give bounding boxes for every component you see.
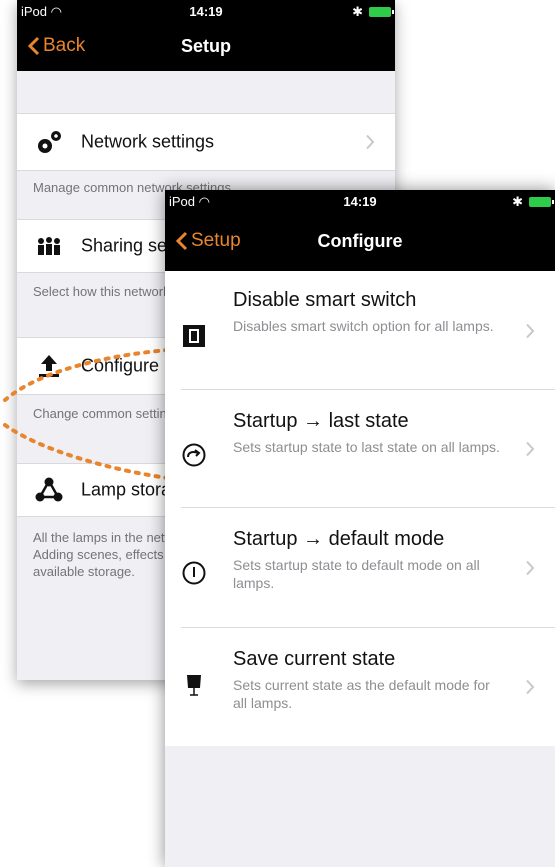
power-icon: [182, 561, 206, 585]
option-subtitle: Sets startup state to last state on all …: [233, 439, 500, 455]
chevron-right-icon: [526, 323, 535, 338]
option-disable-smart-switch[interactable]: Disable smart switch Disables smart swit…: [165, 271, 555, 390]
battery-icon: [529, 197, 554, 207]
option-subtitle: Sets current state as the default mode f…: [233, 677, 490, 711]
option-subtitle: Sets startup state to default mode on al…: [233, 557, 480, 591]
option-startup-default-mode[interactable]: Startup → default mode Sets startup stat…: [165, 508, 555, 628]
arrow-circle-icon: [182, 443, 206, 467]
smart-switch-icon: [183, 325, 205, 347]
option-title: Disable smart switch: [233, 289, 417, 311]
navigation-bar: Setup Configure: [165, 214, 555, 271]
option-title: Startup → last state: [233, 410, 409, 432]
option-subtitle: Disables smart switch option for all lam…: [233, 318, 494, 334]
lamp-icon: [187, 675, 201, 696]
bluetooth-icon: ✱: [512, 194, 523, 209]
page-title: Configure: [317, 231, 403, 251]
option-title: Save current state: [233, 648, 396, 670]
option-title: Startup → default mode: [233, 528, 445, 550]
chevron-right-icon: [526, 441, 535, 457]
chevron-right-icon: [526, 679, 535, 695]
configure-screen: iPod ◠ 14:19 ✱ Setup Configure Disable s…: [165, 190, 555, 867]
option-save-current-state[interactable]: Save current state Sets current state as…: [165, 628, 555, 746]
clock: 14:19: [343, 194, 377, 209]
option-startup-last-state[interactable]: Startup → last state Sets startup state …: [165, 390, 555, 508]
chevron-right-icon: [526, 560, 535, 576]
status-bar: iPod ◠ 14:19 ✱: [165, 190, 555, 214]
